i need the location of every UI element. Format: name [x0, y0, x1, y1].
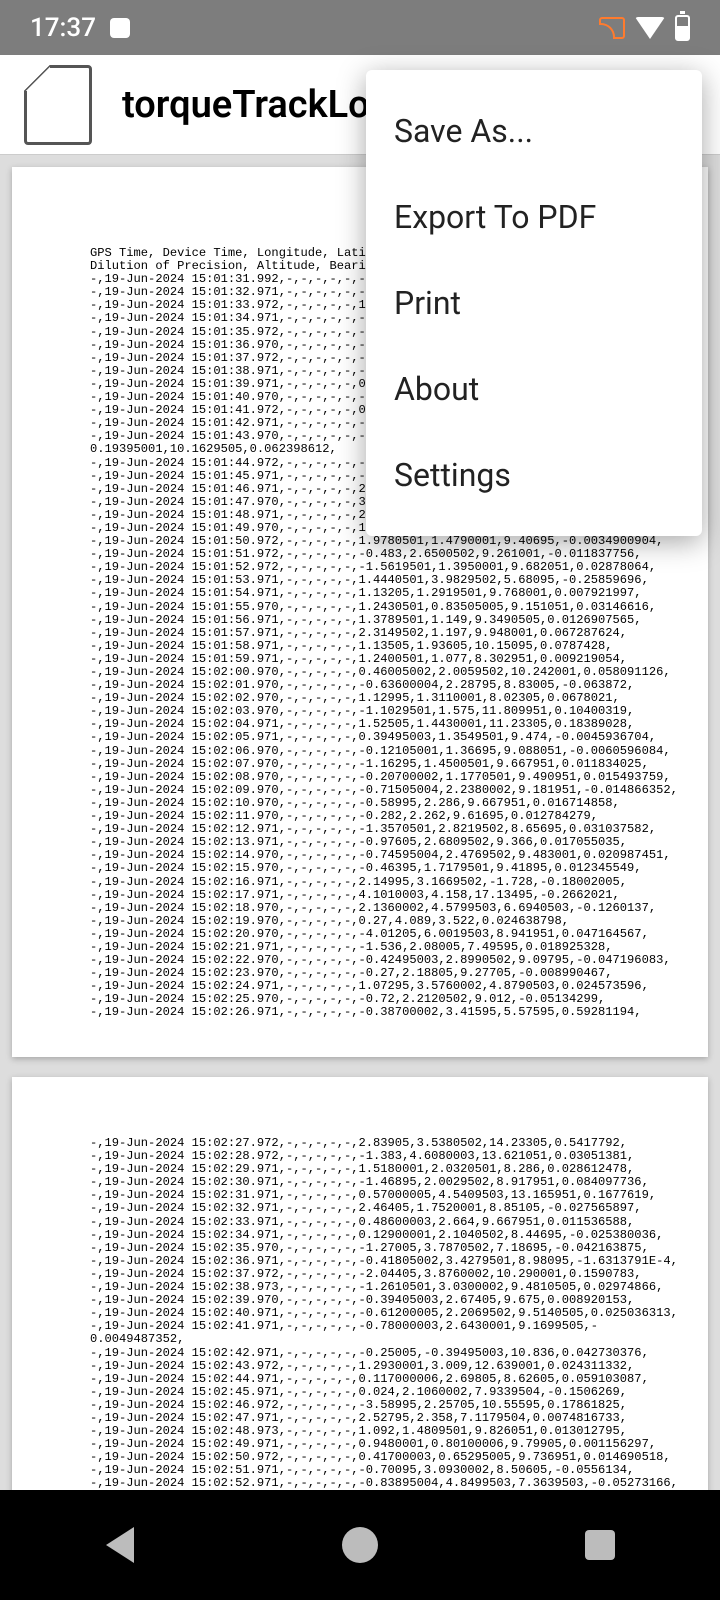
page-2: -,19-Jun-2024 15:02:27.972,-,-,-,-,-,2.8… — [12, 1077, 708, 1490]
overflow-menu: Save As... Export To PDF Print About Set… — [366, 70, 702, 536]
recent-icon — [585, 1530, 615, 1560]
document-icon[interactable] — [24, 65, 92, 145]
menu-save-as[interactable]: Save As... — [366, 88, 702, 174]
battery-icon — [675, 15, 690, 41]
cast-icon — [599, 17, 625, 39]
home-icon — [342, 1527, 378, 1563]
menu-about[interactable]: About — [366, 346, 702, 432]
nav-back-button[interactable] — [90, 1515, 150, 1575]
wifi-icon — [635, 17, 665, 39]
status-bar: 17:37 — [0, 0, 720, 55]
nav-home-button[interactable] — [330, 1515, 390, 1575]
document-title: torqueTrackLog — [122, 83, 391, 127]
menu-export-to-pdf[interactable]: Export To PDF — [366, 174, 702, 260]
notch-indicator — [110, 18, 130, 38]
menu-settings[interactable]: Settings — [366, 432, 702, 518]
android-navbar — [0, 1490, 720, 1600]
page-2-text: -,19-Jun-2024 15:02:27.972,-,-,-,-,-,2.8… — [90, 1137, 708, 1490]
status-clock: 17:37 — [30, 13, 96, 43]
menu-print[interactable]: Print — [366, 260, 702, 346]
nav-recent-button[interactable] — [570, 1515, 630, 1575]
back-icon — [106, 1527, 134, 1563]
